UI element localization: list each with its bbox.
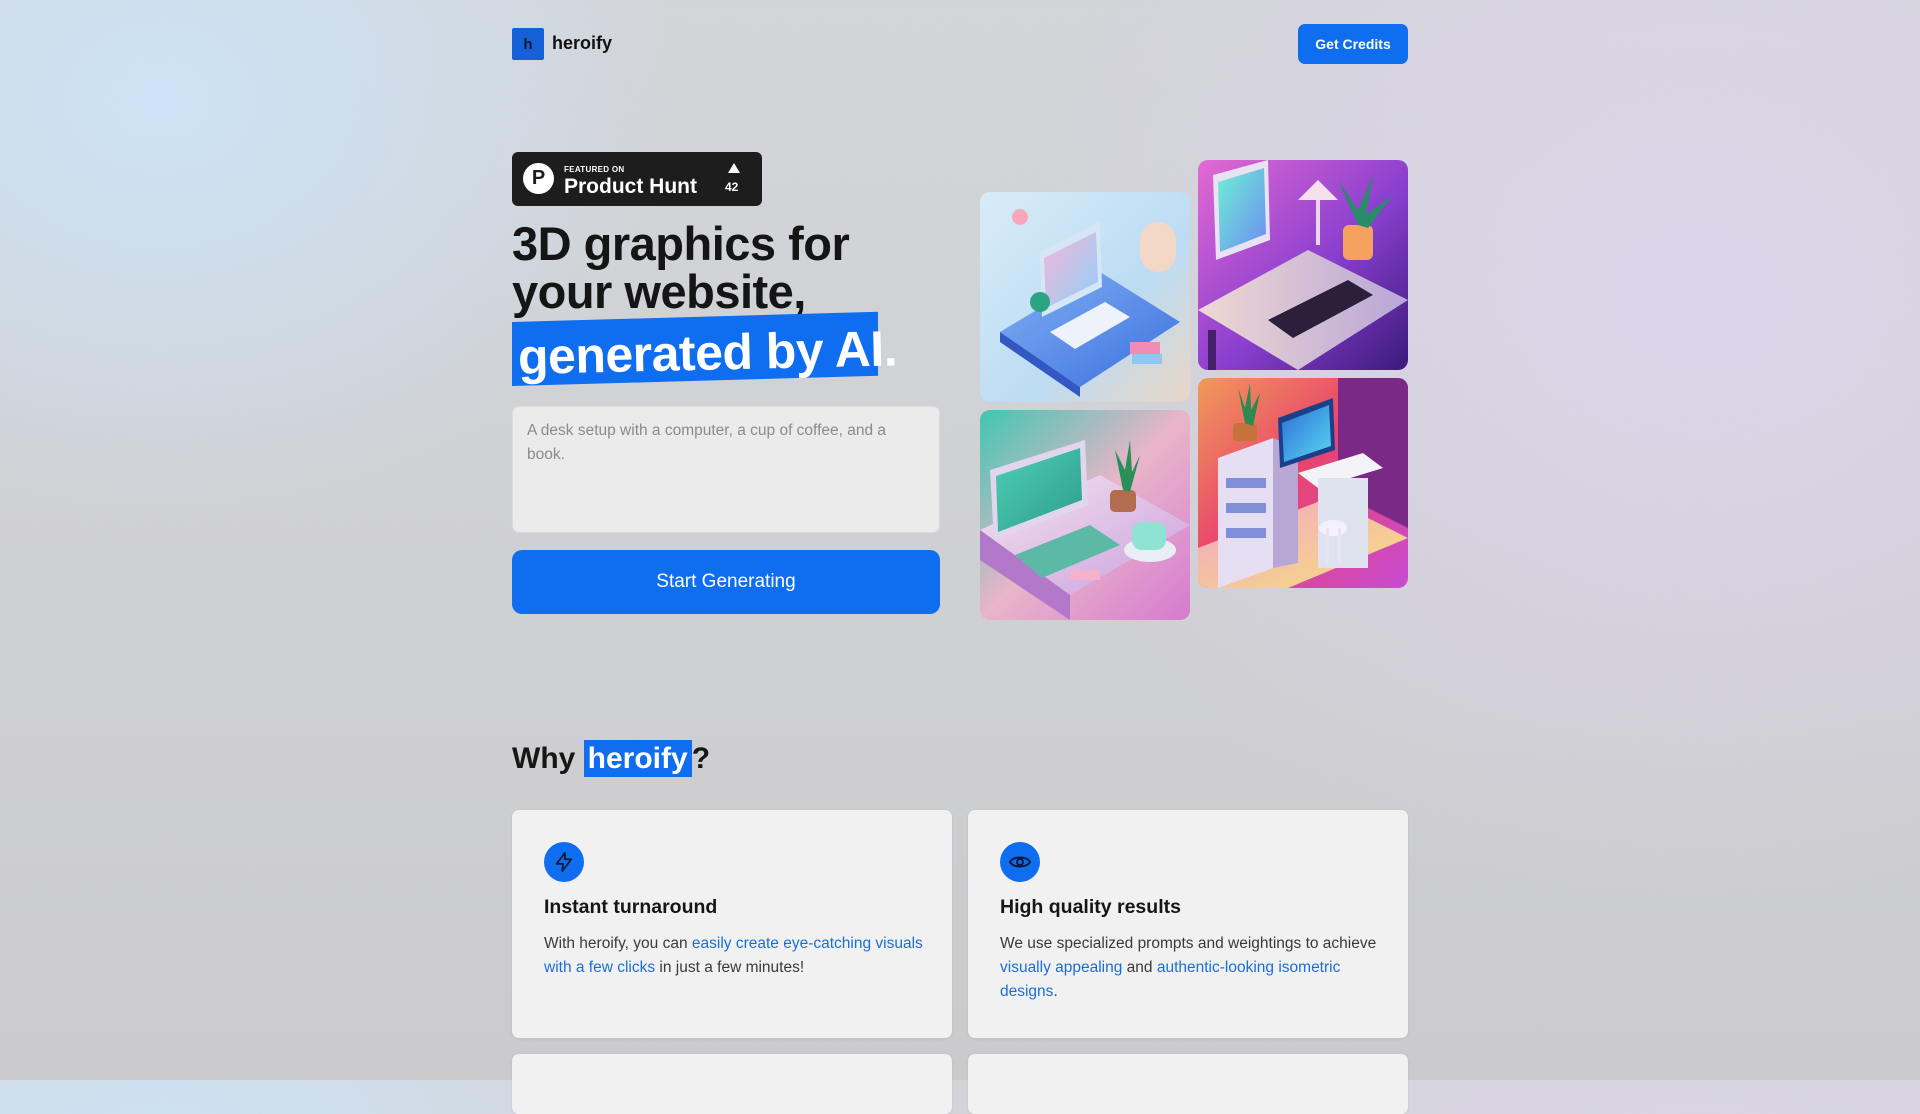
feature-description: We use specialized prompts and weighting… — [1000, 932, 1380, 1004]
feature-title: High quality results — [1000, 896, 1181, 918]
why-heading-suffix: ? — [691, 742, 711, 775]
feature-description-text: We use specialized prompts and weighting… — [1000, 935, 1377, 952]
hero-headline: 3D graphics for your website, — [512, 217, 850, 318]
feature-description-text: and — [1122, 959, 1157, 976]
isometric-desk-image-1 — [980, 192, 1190, 402]
feature-description-text: . — [1053, 983, 1058, 1000]
get-credits-button[interactable]: Get Credits — [1298, 24, 1408, 64]
feature-card-high-quality: High quality results We use specialized … — [968, 810, 1408, 1038]
feature-card — [512, 1054, 952, 1114]
why-heading-brand: heroify — [583, 740, 692, 777]
isometric-desk-image-3 — [980, 410, 1190, 620]
feature-description: With heroify, you can easily create eye-… — [544, 932, 924, 980]
feature-description-highlight: visually appealing — [1000, 959, 1123, 976]
product-hunt-name: Product Hunt — [564, 175, 697, 198]
prompt-input[interactable] — [512, 406, 940, 533]
feature-card-instant-turnaround: Instant turnaround With heroify, you can… — [512, 810, 952, 1038]
header: h heroify Get Credits — [512, 24, 1408, 64]
hero-highlight-text: generated by AI. — [517, 320, 898, 385]
start-generating-button[interactable]: Start Generating — [512, 550, 940, 614]
logo-text[interactable]: heroify — [552, 33, 612, 54]
why-heading-prefix: Why — [512, 742, 584, 775]
hero-headline-line-2: your website, — [512, 265, 806, 318]
product-hunt-badge[interactable]: P FEATURED ON Product Hunt 42 — [512, 152, 762, 206]
feature-description-text: in just a few minutes! — [655, 959, 805, 976]
upvote-count: 42 — [725, 180, 739, 194]
product-hunt-logo-icon: P — [523, 163, 554, 194]
isometric-desk-image-4 — [1198, 378, 1408, 588]
product-hunt-featured-label: FEATURED ON — [564, 165, 625, 174]
logo-mark[interactable]: h — [512, 28, 544, 60]
hero-headline-line-1: 3D graphics for — [512, 217, 850, 270]
upvote-arrow-icon — [728, 163, 740, 173]
isometric-desk-image-2 — [1198, 160, 1408, 370]
why-heading: Why heroify? — [512, 740, 711, 777]
feature-card — [968, 1054, 1408, 1114]
eye-icon — [1000, 842, 1040, 882]
lightning-icon — [544, 842, 584, 882]
feature-title: Instant turnaround — [544, 896, 718, 918]
feature-description-text: With heroify, you can — [544, 935, 692, 952]
